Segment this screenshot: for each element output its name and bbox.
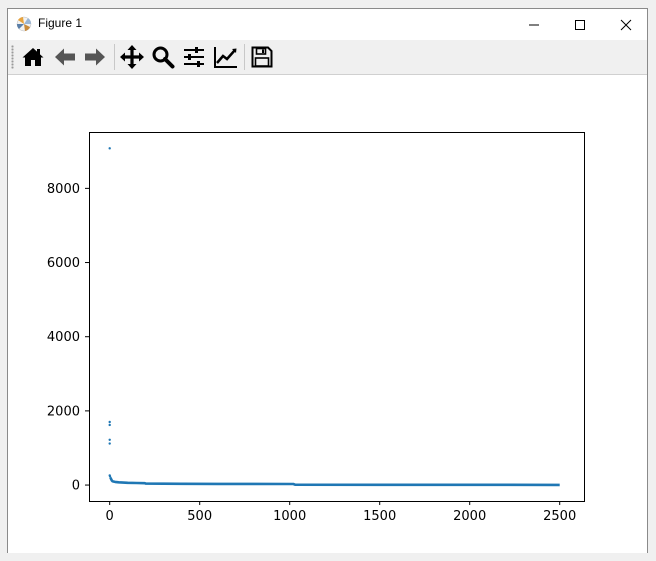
title-bar[interactable]: Figure 1 (8, 9, 647, 40)
y-tick-label: 4000 (47, 330, 80, 345)
back-button[interactable] (50, 42, 80, 72)
home-icon (22, 48, 44, 66)
pan-move-icon (120, 45, 144, 69)
toolbar-separator (114, 44, 115, 70)
y-tick-label: 6000 (47, 256, 80, 271)
toolbar-separator (244, 44, 245, 70)
home-button[interactable] (18, 42, 48, 72)
maximize-button[interactable] (557, 9, 603, 40)
plot-area (89, 132, 585, 502)
close-button[interactable] (603, 9, 649, 40)
close-icon (620, 19, 632, 30)
back-arrow-icon (55, 48, 75, 66)
minimize-button[interactable] (511, 9, 557, 40)
data-point (108, 423, 111, 427)
configure-subplots-icon (184, 47, 204, 67)
save-floppy-icon (251, 46, 273, 68)
x-tick-label: 0 (106, 509, 114, 524)
y-tick-label: 0 (72, 479, 80, 494)
toolbar-grip[interactable] (11, 45, 14, 69)
maximize-icon (575, 19, 585, 30)
figure-canvas[interactable]: 0 500 1000 1500 2000 2500 0 2000 4000 6000 8000 (8, 75, 647, 553)
x-tick-label: 2500 (543, 509, 576, 524)
zoom-magnifier-icon (152, 46, 175, 69)
matplotlib-app-icon (16, 16, 32, 32)
zoom-button[interactable] (148, 42, 178, 72)
edit-axis-curve-icon (214, 47, 237, 68)
navigation-toolbar (8, 40, 647, 75)
data-point (108, 420, 111, 424)
data-point (108, 442, 111, 445)
scatter-chart: 0 500 1000 1500 2000 2500 0 2000 4000 6000 8000 (47, 132, 585, 524)
save-button[interactable] (247, 42, 277, 72)
pan-button[interactable] (117, 42, 147, 72)
y-tick-label: 8000 (47, 182, 80, 197)
edit-axis-button[interactable] (211, 42, 241, 72)
forward-arrow-icon (85, 48, 105, 66)
x-tick-label: 1000 (273, 509, 306, 524)
window-title: Figure 1 (38, 16, 83, 30)
x-tick-label: 500 (187, 509, 212, 524)
data-point (108, 438, 111, 442)
forward-button[interactable] (80, 42, 110, 72)
y-tick-label: 2000 (47, 404, 80, 419)
configure-subplots-button[interactable] (179, 42, 209, 72)
x-tick-label: 2000 (453, 509, 486, 524)
minimize-icon (529, 24, 539, 25)
x-tick-label: 1500 (363, 509, 396, 524)
data-point (108, 147, 111, 150)
figure-window: Figure 1 0 500 1000 1500 2000 2500 0 200… (7, 8, 648, 553)
